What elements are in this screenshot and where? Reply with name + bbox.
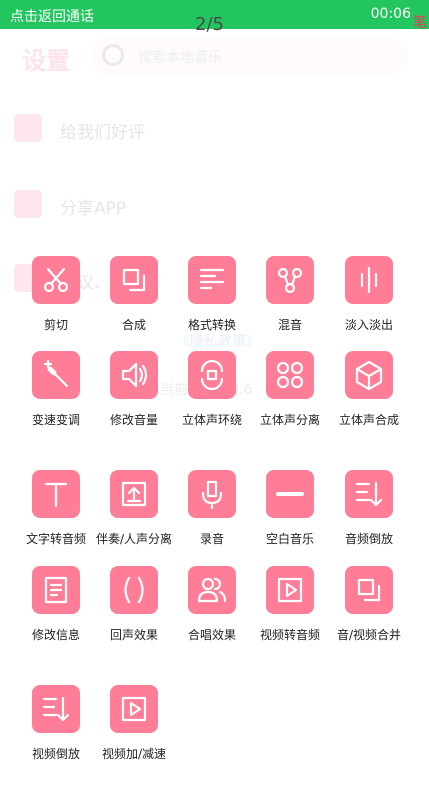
users-icon — [188, 566, 236, 614]
magic-wand-icon — [32, 351, 80, 399]
settings-title: 设置 — [22, 47, 70, 75]
tool-item[interactable]: 音/视频合并 — [329, 566, 409, 656]
settings-row-label: 分享APP — [60, 199, 127, 219]
share-icon — [14, 190, 42, 218]
tool-item[interactable]: 混音 — [250, 256, 330, 346]
info-doc-icon — [32, 566, 80, 614]
tool-item[interactable]: 音频倒放 — [329, 470, 409, 560]
cube-icon — [345, 351, 393, 399]
search-placeholder: 搜索本地音乐 — [138, 50, 222, 66]
tool-item[interactable]: 淡入淡出 — [329, 256, 409, 346]
reverse-list-icon — [345, 470, 393, 518]
tool-label: 立体声合成 — [338, 413, 399, 427]
tool-label: 音/视频合并 — [336, 628, 402, 642]
tool-label: 淡入淡出 — [344, 318, 393, 332]
split-icon — [266, 351, 314, 399]
tool-label: 音频倒放 — [344, 532, 393, 546]
fade-icon — [345, 256, 393, 304]
heart-icon — [14, 114, 42, 142]
minus-icon — [266, 470, 314, 518]
tool-item[interactable]: 视频转音频 — [250, 566, 330, 656]
surround-icon — [188, 351, 236, 399]
volume-icon — [110, 351, 158, 399]
tool-item[interactable]: 视频加/减速 — [94, 685, 174, 775]
merge-icon — [345, 566, 393, 614]
status-time: 00:06 — [370, 6, 411, 22]
status-bar: 点击返回通话 2/5 00:06 笔 — [0, 0, 429, 35]
search-bar: 搜索本地音乐 — [92, 37, 407, 75]
play-icon — [266, 566, 314, 614]
mix-icon — [266, 256, 314, 304]
microphone-icon — [188, 470, 236, 518]
tool-item[interactable]: 立体声分离 — [250, 351, 330, 441]
settings-row-label: 给我们好评 — [60, 123, 145, 143]
tool-label: 视频加/减速 — [101, 747, 167, 761]
settings-row-rate: 给我们好评 — [0, 101, 429, 155]
echo-icon — [110, 566, 158, 614]
scissors-icon — [32, 256, 80, 304]
format-icon — [188, 256, 236, 304]
upload-icon — [110, 470, 158, 518]
merge-icon — [110, 256, 158, 304]
reverse-list-icon — [32, 685, 80, 733]
return-to-call-link[interactable]: 点击返回通话 — [10, 6, 94, 26]
settings-row-share: 分享APP — [0, 177, 429, 231]
text-icon — [32, 470, 80, 518]
play-icon — [110, 685, 158, 733]
search-icon — [102, 44, 124, 66]
tool-item[interactable]: 空白音乐 — [250, 470, 330, 560]
tool-item[interactable]: 立体声合成 — [329, 351, 409, 441]
